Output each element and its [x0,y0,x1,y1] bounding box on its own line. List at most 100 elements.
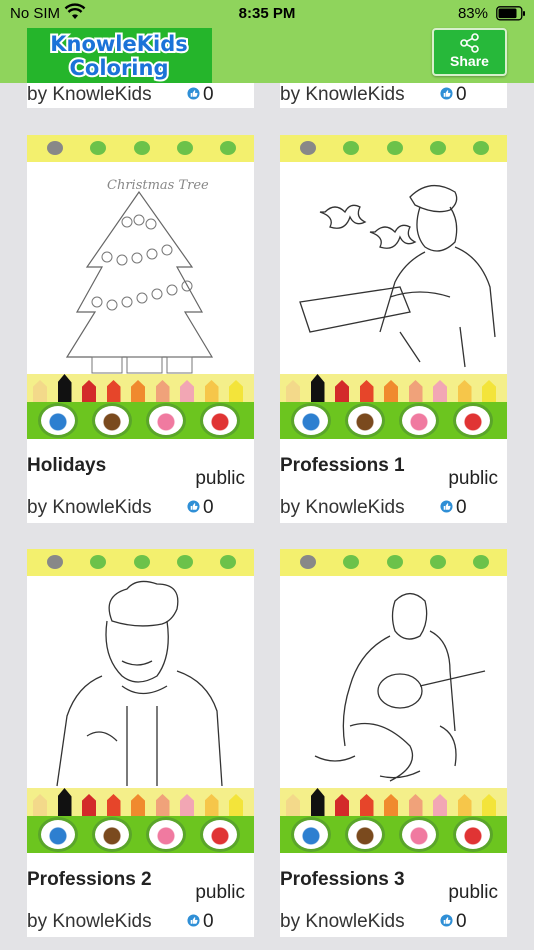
tool-bar [280,402,507,439]
crayon [229,794,243,816]
redo-button [90,555,106,569]
like-icon [187,914,200,927]
back-button [300,141,316,155]
drawing-caption: Christmas Tree [107,178,209,193]
pencil-tool-icon [291,403,331,438]
reload-button [177,555,193,569]
like-icon [187,87,200,100]
card-likes[interactable]: 0 [187,84,214,106]
pencil-tool-icon [38,403,78,438]
share-button[interactable]: Share [432,28,507,76]
thumb-toolbar [27,549,254,576]
card-professions-3[interactable]: Professions 3 public by KnowleKids 0 [280,549,507,937]
redo-button [343,141,359,155]
card-professions-2[interactable]: Professions 2 public by KnowleKids 0 [27,549,254,937]
chef-drawing [56,580,223,787]
eraser-tool-icon [146,403,186,438]
visibility-label: public [448,468,498,489]
back-button [47,555,63,569]
redo-button [90,141,106,155]
card-author: by KnowleKids [27,497,152,518]
crayon [286,794,300,816]
baker-drawing [299,185,496,368]
thumb-toolbar [27,135,254,162]
crayon [106,794,121,816]
crayon [286,380,300,402]
card-professions-1[interactable]: Professions 1 public by KnowleKids 0 [280,135,507,523]
card-thumbnail[interactable] [280,135,507,439]
share-label: Share [450,53,489,69]
likes-count: 0 [456,84,467,105]
likes-count: 0 [456,911,467,932]
card-likes[interactable]: 0 [187,497,214,519]
battery-percent: 83% [457,5,488,22]
logo-line2: Coloring [69,56,168,80]
crayon [131,380,145,402]
stop-button [134,141,150,155]
card-likes[interactable]: 0 [187,911,214,933]
crayon [106,380,121,402]
likes-count: 0 [203,497,214,518]
guitarist-drawing [314,592,486,782]
card-thumbnail[interactable] [280,549,507,853]
crayon-palette [280,374,507,402]
card-author: by KnowleKids [280,84,405,105]
crayon-palette [280,788,507,816]
back-button [300,555,316,569]
stop-button [134,555,150,569]
clear-tool-icon [453,817,493,852]
crayon [180,794,194,816]
app-logo: KnowleKids Coloring [27,28,212,83]
card-likes[interactable]: 0 [440,497,467,519]
eraser-tool-icon [146,817,186,852]
card-likes[interactable]: 0 [440,84,467,106]
eraser-tool-icon [399,403,439,438]
tool-bar [27,816,254,853]
battery-icon [496,6,526,25]
clock: 8:35 PM [238,5,296,22]
card-title[interactable]: Professions 3 [280,869,405,891]
crayon [384,380,398,402]
card-partial-right[interactable]: by KnowleKids 0 [280,83,507,108]
card-title[interactable]: Professions 2 [27,869,152,891]
stop-button [387,555,403,569]
crayon [310,374,325,402]
card-title[interactable]: Holidays [27,455,106,477]
card-thumbnail[interactable]: Christmas Tree [27,135,254,439]
card-thumbnail[interactable] [27,549,254,853]
card-likes[interactable]: 0 [440,911,467,933]
crayon [131,794,145,816]
card-holidays[interactable]: Christmas Tree Holidays public by Knowle… [27,135,254,523]
fill-tool-icon [345,403,385,438]
crayon [82,794,96,816]
fill-tool-icon [92,817,132,852]
crayon [155,380,170,402]
crayon [433,380,447,402]
crayon [482,794,496,816]
card-author: by KnowleKids [27,84,152,105]
crayon [57,788,72,816]
redo-button [343,555,359,569]
fill-tool-icon [92,403,132,438]
clear-tool-icon [200,817,240,852]
crayon-palette [27,374,254,402]
card-title[interactable]: Professions 1 [280,455,405,477]
back-button [47,141,63,155]
crayon [57,374,72,402]
crayon [433,794,447,816]
reload-button [430,141,446,155]
stop-button [387,141,403,155]
likes-count: 0 [203,84,214,105]
card-partial-left[interactable]: by KnowleKids 0 [27,83,254,108]
clear-tool-icon [453,403,493,438]
thumb-toolbar [280,135,507,162]
likes-count: 0 [203,911,214,932]
crayon [384,794,398,816]
logo-line1: KnowleKids [50,32,188,56]
next-button [220,555,236,569]
tool-bar [280,816,507,853]
pencil-tool-icon [291,817,331,852]
card-author: by KnowleKids [280,497,405,518]
crayon [33,380,47,402]
reload-button [430,555,446,569]
